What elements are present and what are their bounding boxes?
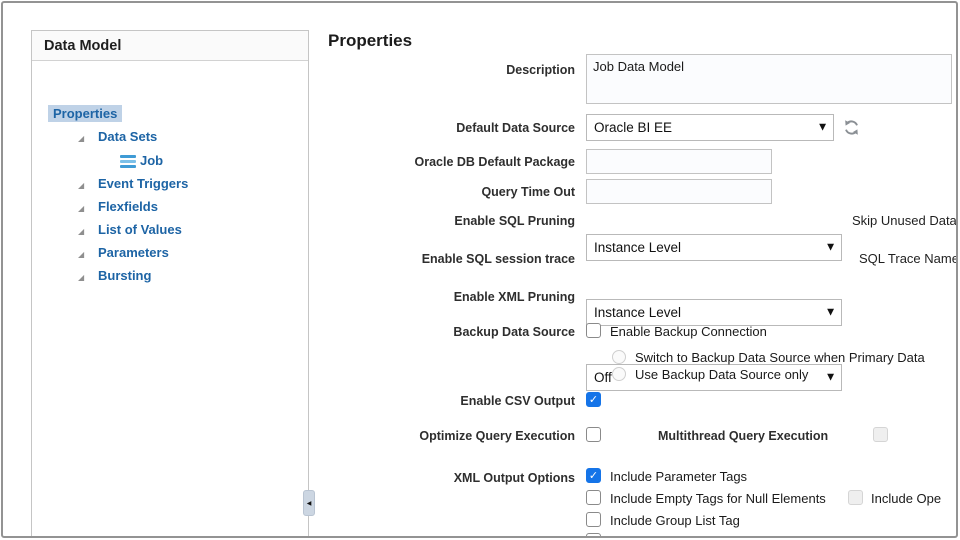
data-set-icon bbox=[120, 155, 136, 168]
xml-output-options-label: XML Output Options bbox=[453, 471, 575, 485]
splitter-collapse-handle[interactable]: ◀ bbox=[303, 490, 315, 516]
switch-to-backup-radio[interactable] bbox=[612, 350, 626, 364]
disclosure-triangle-icon[interactable]: ◢ bbox=[78, 181, 84, 190]
use-backup-only-radio[interactable] bbox=[612, 367, 626, 381]
data-model-panel: Data Model Properties ◢ Data Sets Job ◢ … bbox=[31, 30, 309, 536]
query-time-out-label: Query Time Out bbox=[481, 185, 575, 199]
page-title: Properties bbox=[328, 31, 413, 50]
include-parameter-tags-label: Include Parameter Tags bbox=[610, 469, 748, 484]
multithread-query-execution-label: Multithread Query Execution bbox=[658, 429, 829, 443]
include-empty-tags-label: Include Empty Tags for Null Elements bbox=[610, 491, 826, 506]
chevron-down-icon: ▼ bbox=[827, 242, 834, 253]
include-open-checkbox bbox=[848, 490, 863, 505]
oracle-db-default-package-label: Oracle DB Default Package bbox=[414, 155, 576, 169]
disclosure-triangle-icon[interactable]: ◢ bbox=[78, 250, 84, 259]
sql-trace-name-text: SQL Trace Name bbox=[859, 251, 958, 266]
oracle-db-default-package-input[interactable] bbox=[586, 149, 772, 174]
exclude-tags-lob-columns-checkbox[interactable] bbox=[586, 533, 601, 536]
enable-csv-output-label: Enable CSV Output bbox=[460, 394, 575, 408]
enable-sql-pruning-select[interactable]: Instance Level ▼ bbox=[586, 234, 842, 261]
include-empty-tags-checkbox[interactable] bbox=[586, 490, 601, 505]
chevron-down-icon: ▼ bbox=[819, 122, 826, 133]
backup-data-source-label: Backup Data Source bbox=[453, 325, 575, 339]
disclosure-triangle-icon[interactable]: ◢ bbox=[78, 227, 84, 236]
app-window: Data Model Properties ◢ Data Sets Job ◢ … bbox=[1, 1, 958, 538]
query-time-out-input[interactable] bbox=[586, 179, 772, 204]
optimize-query-execution-checkbox[interactable] bbox=[586, 427, 601, 442]
tree-item-properties[interactable]: Properties bbox=[48, 105, 123, 122]
enable-sql-session-trace-value: Instance Level bbox=[594, 305, 682, 320]
default-data-source-label: Default Data Source bbox=[456, 121, 575, 135]
description-label: Description bbox=[506, 63, 575, 77]
default-data-source-value: Oracle BI EE bbox=[594, 120, 673, 135]
enable-csv-output-checkbox[interactable] bbox=[586, 392, 601, 407]
disclosure-triangle-icon[interactable]: ◢ bbox=[78, 204, 84, 213]
default-data-source-select[interactable]: Oracle BI EE ▼ bbox=[586, 114, 834, 141]
include-group-list-tag-checkbox[interactable] bbox=[586, 512, 601, 527]
enable-sql-pruning-value: Instance Level bbox=[594, 240, 682, 255]
enable-xml-pruning-label: Enable XML Pruning bbox=[453, 290, 575, 304]
collapse-left-icon: ◀ bbox=[306, 499, 312, 507]
include-parameter-tags-checkbox[interactable] bbox=[586, 468, 601, 483]
exclude-tags-lob-columns-label: Exclude Tags for LOB Columns bbox=[610, 534, 790, 536]
enable-xml-pruning-value: Off bbox=[594, 370, 612, 385]
chevron-down-icon: ▼ bbox=[827, 372, 834, 383]
description-input[interactable]: Job Data Model bbox=[586, 54, 952, 104]
skip-unused-data-text: Skip Unused Data bbox=[852, 213, 957, 228]
switch-to-backup-label: Switch to Backup Data Source when Primar… bbox=[635, 350, 925, 365]
enable-sql-session-trace-select[interactable]: Instance Level ▼ bbox=[586, 299, 842, 326]
enable-backup-connection-checkbox[interactable] bbox=[586, 323, 601, 338]
use-backup-only-label: Use Backup Data Source only bbox=[635, 367, 809, 382]
multithread-query-execution-checkbox bbox=[873, 427, 888, 442]
enable-sql-session-trace-label: Enable SQL session trace bbox=[421, 252, 575, 266]
enable-sql-pruning-label: Enable SQL Pruning bbox=[454, 214, 575, 228]
disclosure-triangle-icon[interactable]: ◢ bbox=[78, 273, 84, 282]
enable-backup-connection-label: Enable Backup Connection bbox=[610, 324, 767, 339]
refresh-icon[interactable] bbox=[843, 119, 860, 136]
chevron-down-icon: ▼ bbox=[827, 307, 834, 318]
include-group-list-tag-label: Include Group List Tag bbox=[610, 513, 740, 528]
include-open-label: Include Ope bbox=[871, 491, 942, 506]
optimize-query-execution-label: Optimize Query Execution bbox=[419, 429, 575, 443]
properties-form: Properties Description Job Data Model De… bbox=[325, 3, 958, 536]
disclosure-triangle-icon[interactable]: ◢ bbox=[78, 134, 84, 143]
panel-title: Data Model bbox=[32, 31, 308, 61]
